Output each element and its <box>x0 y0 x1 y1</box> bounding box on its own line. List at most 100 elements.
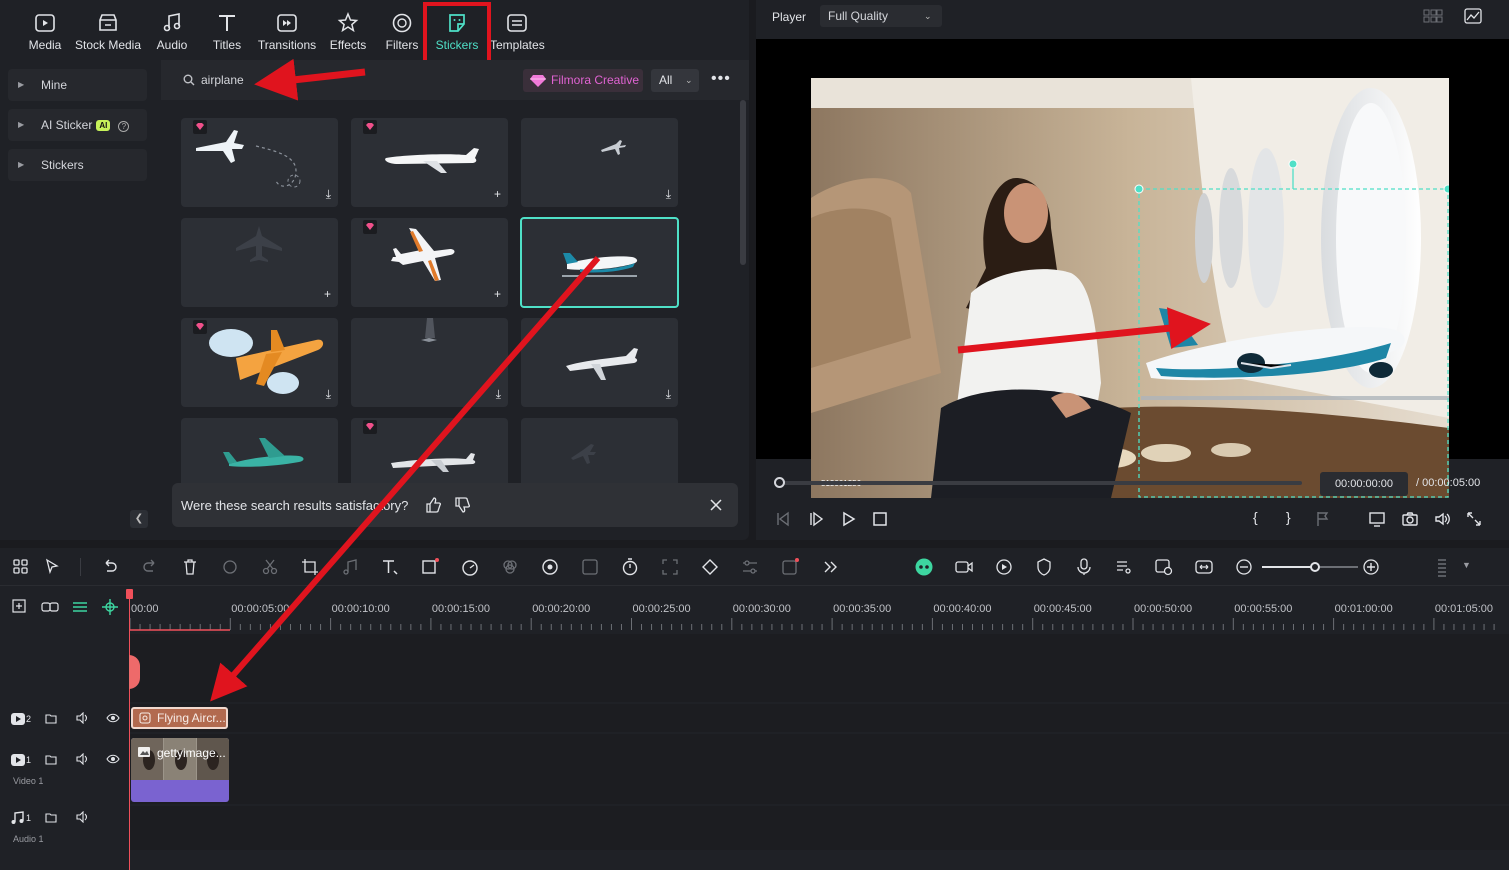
sticker-card-cartoon-jet[interactable]: + <box>351 218 508 307</box>
download-icon[interactable]: ⤓ <box>496 388 501 400</box>
sticker-card-cloud-plane[interactable]: ⤓ <box>181 318 338 407</box>
speaker-icon[interactable] <box>76 712 90 724</box>
timer-icon[interactable] <box>620 557 640 577</box>
shield-icon[interactable] <box>1034 557 1054 577</box>
speaker-icon[interactable] <box>76 811 90 823</box>
eye-icon[interactable] <box>106 712 120 724</box>
tab-transitions[interactable]: Transitions <box>256 6 318 58</box>
tab-stock-media[interactable]: Stock Media <box>74 6 142 58</box>
track-empty-area[interactable] <box>130 634 1509 702</box>
add-track-icon[interactable] <box>11 598 29 616</box>
category-select[interactable]: All ⌄ <box>651 69 699 92</box>
sidebar-item-mine[interactable]: ▶ Mine <box>8 69 147 101</box>
undo-icon[interactable] <box>100 557 120 577</box>
link-clips-icon[interactable] <box>41 598 59 616</box>
ai-text-icon[interactable] <box>780 557 800 577</box>
keyframe-icon[interactable] <box>700 557 720 577</box>
crop-icon[interactable] <box>300 557 320 577</box>
ai-color-icon[interactable] <box>540 557 560 577</box>
eye-icon[interactable] <box>106 753 120 765</box>
folder-lock-icon[interactable] <box>45 753 57 765</box>
sticker-card-plane-top[interactable]: + <box>181 218 338 307</box>
text-tool-icon[interactable] <box>380 557 400 577</box>
marker-flag-icon[interactable] <box>1314 510 1332 528</box>
close-icon[interactable] <box>710 499 722 511</box>
filmora-creative-filter[interactable]: Filmora Creative <box>523 69 643 92</box>
add-icon[interactable]: + <box>494 188 501 200</box>
zoom-slider-handle[interactable] <box>1309 562 1320 572</box>
thumbs-down-icon[interactable] <box>454 497 470 513</box>
grid-scrollbar[interactable] <box>740 100 746 265</box>
tab-effects[interactable]: Effects <box>327 6 369 58</box>
chevron-down-icon[interactable]: ▼ <box>1462 560 1471 570</box>
shape-mask-icon[interactable] <box>420 557 440 577</box>
sticker-card-plane-path[interactable]: ⤓ <box>181 118 338 207</box>
sticker-card-sketch-plane[interactable]: ⤓ <box>521 318 678 407</box>
more-options-icon[interactable]: ••• <box>711 70 731 88</box>
tab-filters[interactable]: Filters <box>383 6 421 58</box>
next-frame-icon[interactable] <box>807 510 825 528</box>
delete-icon[interactable] <box>180 557 200 577</box>
mark-in-icon[interactable]: { <box>1253 509 1258 525</box>
smart-cutout-icon[interactable] <box>660 557 680 577</box>
download-icon[interactable]: ⤓ <box>666 188 671 200</box>
sticker-card-dark-plane[interactable] <box>521 418 678 488</box>
audio-stretch-icon[interactable] <box>340 557 360 577</box>
help-icon[interactable]: ? <box>118 121 130 132</box>
current-time-display[interactable]: 00:00:00:00 <box>1320 472 1408 496</box>
add-icon[interactable]: + <box>494 288 501 300</box>
sticker-clip[interactable]: Flying Aircr... <box>131 707 228 729</box>
prev-frame-icon[interactable] <box>774 510 792 528</box>
player-scrubber-handle[interactable] <box>774 477 785 488</box>
track-2-lane[interactable] <box>130 704 1509 732</box>
sidebar-item-stickers[interactable]: ▶ Stickers <box>8 149 147 181</box>
color-icon[interactable] <box>500 557 520 577</box>
volume-icon[interactable] <box>1433 510 1451 528</box>
preview-frame[interactable]: 513061256 <box>811 78 1449 498</box>
mark-out-icon[interactable]: } <box>1286 509 1291 525</box>
display-monitor-icon[interactable] <box>1368 510 1386 528</box>
snapshot-camera-icon[interactable] <box>1401 510 1419 528</box>
playhead-handle[interactable] <box>126 589 133 599</box>
auto-highlight-icon[interactable] <box>994 557 1014 577</box>
track-layout-icon[interactable] <box>1432 557 1452 577</box>
folder-lock-icon[interactable] <box>45 712 57 724</box>
tab-media[interactable]: Media <box>26 6 64 58</box>
redo-icon[interactable] <box>140 557 160 577</box>
record-video-icon[interactable] <box>954 557 974 577</box>
stop-icon[interactable] <box>871 510 889 528</box>
zoom-out-icon[interactable] <box>1234 557 1254 577</box>
ai-edit-icon[interactable] <box>580 557 600 577</box>
quality-select[interactable]: Full Quality ⌄ <box>820 5 942 27</box>
tab-templates[interactable]: Templates <box>490 6 545 58</box>
playhead-line[interactable] <box>129 589 130 870</box>
sticker-card-plane-light[interactable]: ⤓ <box>351 318 508 407</box>
video-clip[interactable]: gettyimage... <box>131 738 229 802</box>
fit-timeline-icon[interactable] <box>1194 557 1214 577</box>
player-scrubber-track[interactable] <box>780 481 1302 485</box>
tab-audio[interactable]: Audio <box>153 6 191 58</box>
snapshot-timeline-icon[interactable] <box>1154 557 1174 577</box>
select-tool-icon[interactable] <box>43 557 63 577</box>
download-icon[interactable]: ⤓ <box>326 188 331 200</box>
more-tools-icon[interactable] <box>820 557 840 577</box>
zoom-in-icon[interactable] <box>1361 557 1381 577</box>
play-icon[interactable] <box>839 510 857 528</box>
search-input[interactable] <box>201 72 381 88</box>
tab-titles[interactable]: Titles <box>208 6 246 58</box>
add-icon[interactable]: + <box>324 288 331 300</box>
split-scissors-icon[interactable] <box>260 557 280 577</box>
speed-icon[interactable] <box>460 557 480 577</box>
layout-grid-icon[interactable] <box>11 557 31 577</box>
audio-list-icon[interactable] <box>1114 557 1134 577</box>
sticker-card-flying-aircraft[interactable] <box>520 217 679 308</box>
sticker-card-small-jet[interactable]: ⤓ <box>521 118 678 207</box>
sticker-card-teal-plane[interactable] <box>181 418 338 488</box>
grid-view-icon[interactable] <box>1423 9 1443 23</box>
microphone-icon[interactable] <box>1074 557 1094 577</box>
ripple-delete-icon[interactable] <box>220 557 240 577</box>
audio-1-lane[interactable] <box>130 806 1509 850</box>
fullscreen-icon[interactable] <box>1465 510 1483 528</box>
snap-icon[interactable] <box>101 598 119 616</box>
magnetic-track-icon[interactable] <box>71 598 89 616</box>
